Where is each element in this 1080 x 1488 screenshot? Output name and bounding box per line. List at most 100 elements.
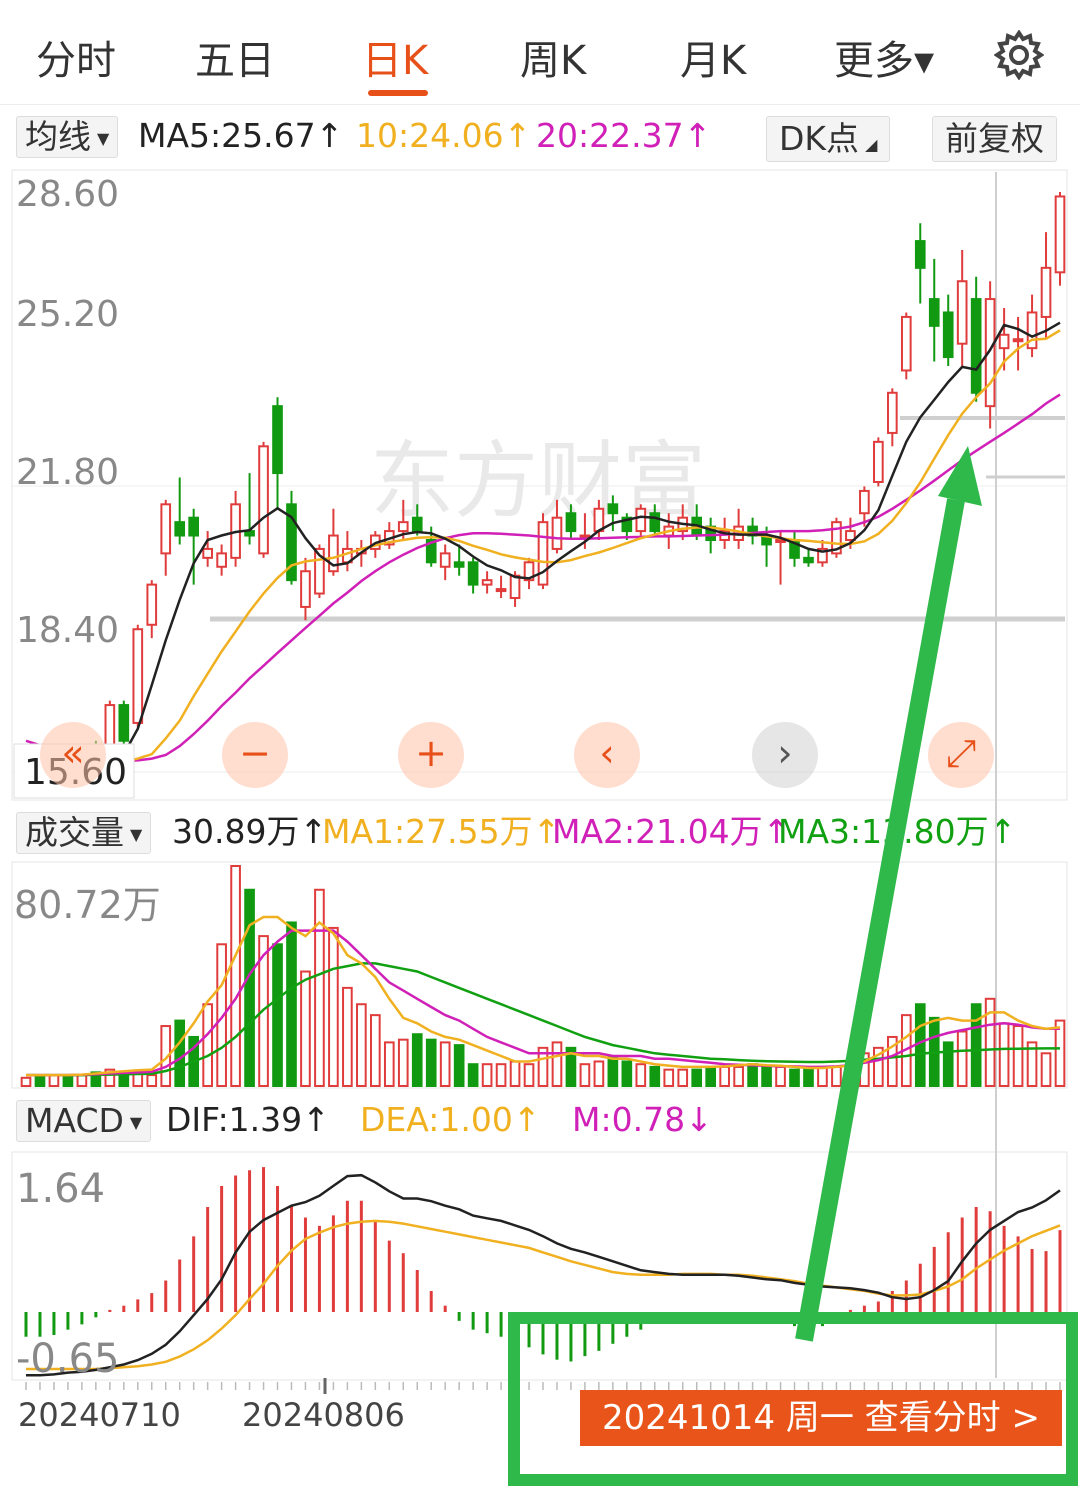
volume-bar <box>1054 1019 1066 1087</box>
volume-bar <box>956 1030 968 1088</box>
candle-body <box>956 280 968 345</box>
candle-body <box>132 628 144 724</box>
candle-body <box>565 512 577 533</box>
candle-body <box>803 556 814 564</box>
rewind-button[interactable]: « <box>40 722 106 788</box>
volume-bar <box>803 1068 814 1088</box>
volume-bar <box>342 986 353 1088</box>
candle-body <box>1054 195 1066 274</box>
volume-bar <box>607 1055 619 1087</box>
volume-bar <box>202 1003 213 1088</box>
volume-bar <box>579 1063 591 1088</box>
volume-bar <box>48 1074 60 1088</box>
candle-body <box>397 521 409 533</box>
fullscreen-icon: ⤢ <box>945 731 977 775</box>
candle-body <box>1012 338 1024 343</box>
volume-bar <box>383 1041 395 1087</box>
zoom-in-button[interactable]: + <box>398 722 464 788</box>
candle-body <box>174 521 186 537</box>
candle-body <box>160 503 172 555</box>
volume-bar <box>230 865 241 1087</box>
candle-body <box>216 552 227 568</box>
volume-bar <box>244 888 255 1088</box>
candle-body <box>272 405 283 475</box>
candle-body <box>914 240 926 269</box>
candle-body <box>495 588 507 593</box>
candle-body <box>537 521 549 586</box>
volume-bar <box>691 1068 703 1088</box>
volume-bar <box>146 1074 158 1088</box>
price-axis-label: 28.60 <box>16 174 119 215</box>
candle-body <box>859 489 870 515</box>
volume-bar <box>76 1074 88 1088</box>
volume-bar <box>314 888 325 1088</box>
volume-bar <box>998 1022 1010 1087</box>
candle-body <box>942 311 954 359</box>
zoom-out-icon: − <box>239 731 271 775</box>
volume-bar <box>174 1019 186 1087</box>
volume-bar <box>425 1038 437 1087</box>
volume-bar <box>523 1063 535 1088</box>
candle-body <box>481 579 493 586</box>
candle-body <box>649 512 661 533</box>
candle-body <box>970 298 982 394</box>
candle-body <box>579 534 591 539</box>
volume-bar <box>663 1068 675 1088</box>
volume-bar <box>733 1065 744 1088</box>
volume-bar <box>635 1063 647 1088</box>
view-intraday-button[interactable]: 20241014 周一 查看分时 > <box>580 1390 1062 1446</box>
volume-bar <box>467 1063 479 1088</box>
volume-bar <box>942 1041 954 1087</box>
kline-chart[interactable]: 东方财富 28.60 25.20 21.80 18.40 15.60 80.72… <box>0 0 1080 1488</box>
volume-bar <box>677 1068 689 1088</box>
candle-body <box>928 298 940 327</box>
volume-bar <box>859 1052 870 1087</box>
zoom-out-button[interactable]: − <box>222 722 288 788</box>
macd-axis-label-max: 1.64 <box>16 1166 105 1212</box>
candle-body <box>900 315 912 372</box>
candle-body <box>509 574 521 600</box>
volume-bar <box>481 1063 493 1088</box>
prev-button[interactable]: ‹ <box>574 722 640 788</box>
volume-bar <box>719 1065 730 1088</box>
candle-body <box>118 704 130 742</box>
macd-axis-label-min: -0.65 <box>16 1336 120 1382</box>
volume-bar <box>369 1014 381 1087</box>
volume-axis-label: 80.72万 <box>14 883 161 927</box>
volume-bar <box>831 1065 842 1088</box>
volume-bar <box>272 943 283 1087</box>
volume-bar <box>621 1060 633 1087</box>
candle-body <box>146 583 158 626</box>
candle-body <box>439 552 451 568</box>
volume-bar <box>62 1074 74 1088</box>
candle-body <box>188 516 200 537</box>
volume-bar <box>509 1060 521 1087</box>
rewind-icon: « <box>61 731 85 775</box>
volume-bar <box>551 1041 563 1087</box>
next-icon: › <box>777 731 793 775</box>
candle-body <box>258 445 269 555</box>
candle-body <box>202 547 213 559</box>
volume-bar <box>439 1041 451 1087</box>
volume-bar <box>705 1065 717 1088</box>
volume-bar <box>1040 1052 1052 1087</box>
macd-panel-frame <box>11 1151 1068 1381</box>
volume-bar <box>495 1063 507 1088</box>
candle-body <box>607 503 619 515</box>
volume-bar <box>286 921 297 1087</box>
volume-bar <box>328 926 339 1087</box>
volume-bar <box>397 1038 409 1087</box>
candle-body <box>886 391 898 434</box>
volume-bar <box>761 1065 772 1088</box>
price-axis-label: 25.20 <box>16 294 119 335</box>
volume-bar <box>1012 1025 1024 1088</box>
prev-icon: ‹ <box>599 731 615 775</box>
volume-bar <box>817 1065 828 1088</box>
next-button[interactable]: › <box>752 722 818 788</box>
volume-bar <box>356 1003 367 1088</box>
candle-body <box>873 440 884 484</box>
candle-body <box>300 570 311 608</box>
price-axis-label: 21.80 <box>16 452 119 493</box>
fullscreen-button[interactable]: ⤢ <box>928 722 994 788</box>
volume-bar <box>789 1068 800 1088</box>
